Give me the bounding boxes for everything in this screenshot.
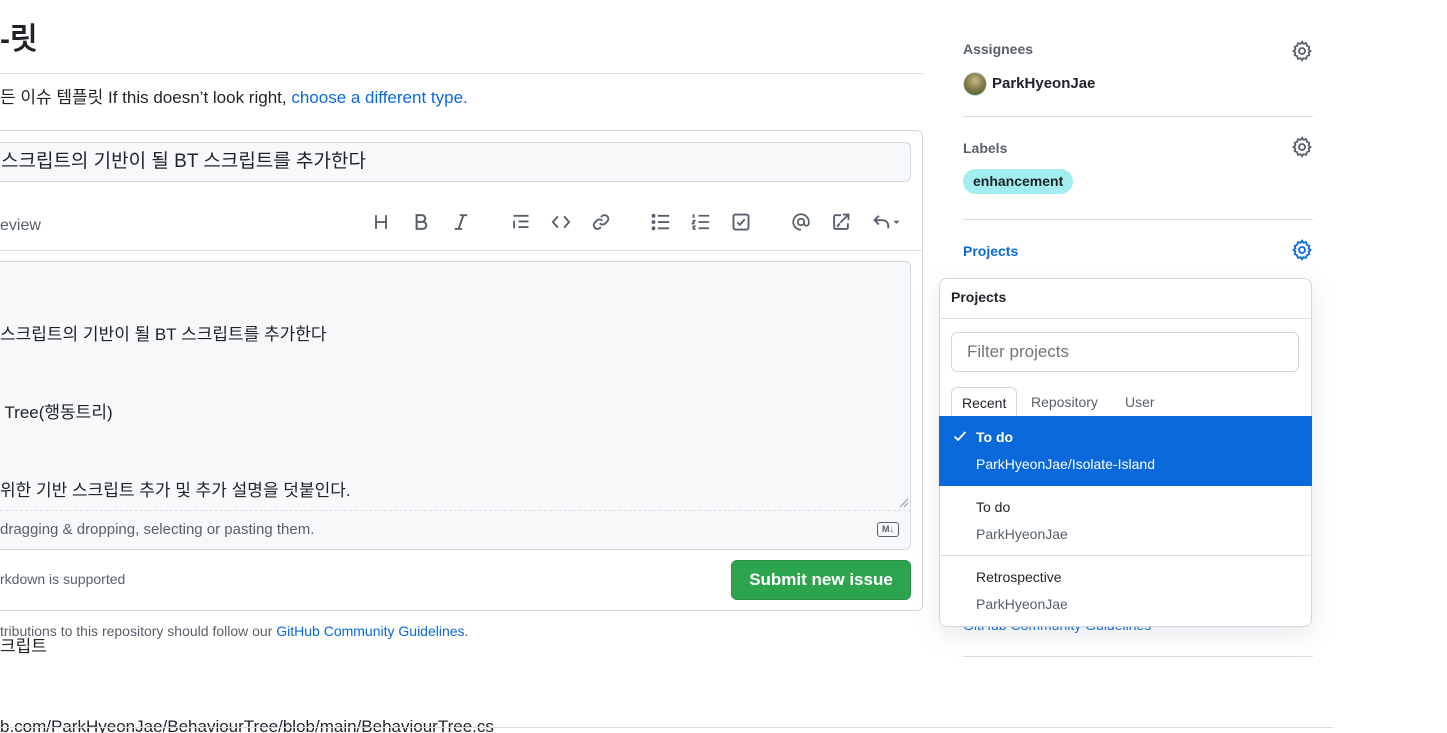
projects-title[interactable]: Projects (963, 243, 1018, 259)
heading-icon[interactable] (367, 208, 395, 236)
choose-different-type-link[interactable]: choose a different type. (291, 88, 467, 107)
project-item-title: Retrospective (976, 569, 1062, 585)
dropdown-divider (939, 318, 1312, 319)
body-line: 스크립트의 기반이 될 BT 스크립트를 추가한다 (0, 325, 327, 344)
filter-projects-input[interactable] (951, 332, 1299, 372)
projects-gear-icon[interactable] (1291, 239, 1313, 261)
resize-handle-icon[interactable] (897, 496, 909, 508)
page-title: -릿 (0, 23, 38, 56)
assignees-title[interactable]: Assignees (963, 41, 1033, 57)
guidelines-text: tributions to this repository should fol… (0, 623, 277, 639)
italic-icon[interactable] (447, 208, 475, 236)
divider (0, 73, 923, 74)
attach-files-hint[interactable]: dragging & dropping, selecting or pastin… (0, 521, 314, 538)
cross-reference-icon[interactable] (827, 208, 855, 236)
code-icon[interactable] (547, 208, 575, 236)
sidebar-divider (963, 219, 1313, 220)
project-item-title: To do (976, 429, 1014, 445)
community-guidelines-link[interactable]: GitHub Community Guidelines (276, 623, 464, 639)
guidelines-note: tributions to this repository should fol… (0, 623, 468, 639)
toolbar-divider (0, 250, 923, 251)
labels-title[interactable]: Labels (963, 140, 1007, 156)
task-list-icon[interactable] (727, 208, 755, 236)
project-item-title: To do (976, 499, 1011, 515)
ordered-list-icon[interactable] (687, 208, 715, 236)
avatar[interactable] (963, 72, 987, 96)
issue-body-text: 스크립트의 기반이 될 BT 스크립트를 추가한다 Tree(행동트리) 위한 … (0, 270, 905, 733)
submit-new-issue-button[interactable]: Submit new issue (731, 560, 911, 600)
tab-repository[interactable]: Repository (1021, 387, 1108, 417)
check-icon (953, 431, 967, 442)
assignee-name[interactable]: ParkHyeonJae (992, 75, 1095, 92)
link-icon[interactable] (587, 208, 615, 236)
template-notice-text: 든 이슈 템플릿 If this doesn’t look right, (0, 88, 292, 107)
project-item-subtitle: ParkHyeonJae/Isolate-Island (976, 456, 1155, 472)
sidebar-divider (963, 116, 1313, 117)
dropdown-header: Projects (951, 289, 1007, 305)
guidelines-period: . (464, 623, 469, 639)
quote-icon[interactable] (507, 208, 535, 236)
labels-gear-icon[interactable] (1291, 136, 1313, 158)
markdown-supported-note: rkdown is supported (0, 571, 126, 587)
label-badge-enhancement[interactable]: enhancement (963, 169, 1074, 194)
mention-icon[interactable] (787, 208, 815, 236)
markdown-icon[interactable]: M↓ (877, 522, 899, 537)
attach-divider (0, 510, 911, 511)
bold-icon[interactable] (407, 208, 435, 236)
tab-preview[interactable]: eview (0, 217, 41, 235)
body-line: Tree(행동트리) (0, 403, 113, 422)
reply-undo-icon[interactable] (867, 208, 907, 236)
unordered-list-icon[interactable] (647, 208, 675, 236)
project-item-subtitle: ParkHyeonJae (976, 596, 1068, 612)
body-line: 위한 기반 스크립트 추가 및 추가 설명을 덧붙인다. (0, 481, 351, 500)
tab-recent[interactable]: Recent (951, 387, 1018, 417)
project-item[interactable] (939, 486, 1312, 556)
body-line: b.com/ParkHyeonJae/BehaviourTree/blob/ma… (0, 717, 494, 733)
project-item[interactable] (939, 556, 1312, 626)
issue-title-input[interactable]: 스크립트의 기반이 될 BT 스크립트를 추가한다 (0, 142, 911, 182)
tab-user[interactable]: User (1115, 387, 1165, 417)
footer-divider (0, 727, 1333, 728)
template-notice: 든 이슈 템플릿 If this doesn’t look right, cho… (0, 87, 468, 109)
project-item[interactable] (939, 416, 1312, 486)
assignees-gear-icon[interactable] (1291, 40, 1313, 62)
project-item-subtitle: ParkHyeonJae (976, 526, 1068, 542)
sidebar-divider (963, 656, 1313, 657)
